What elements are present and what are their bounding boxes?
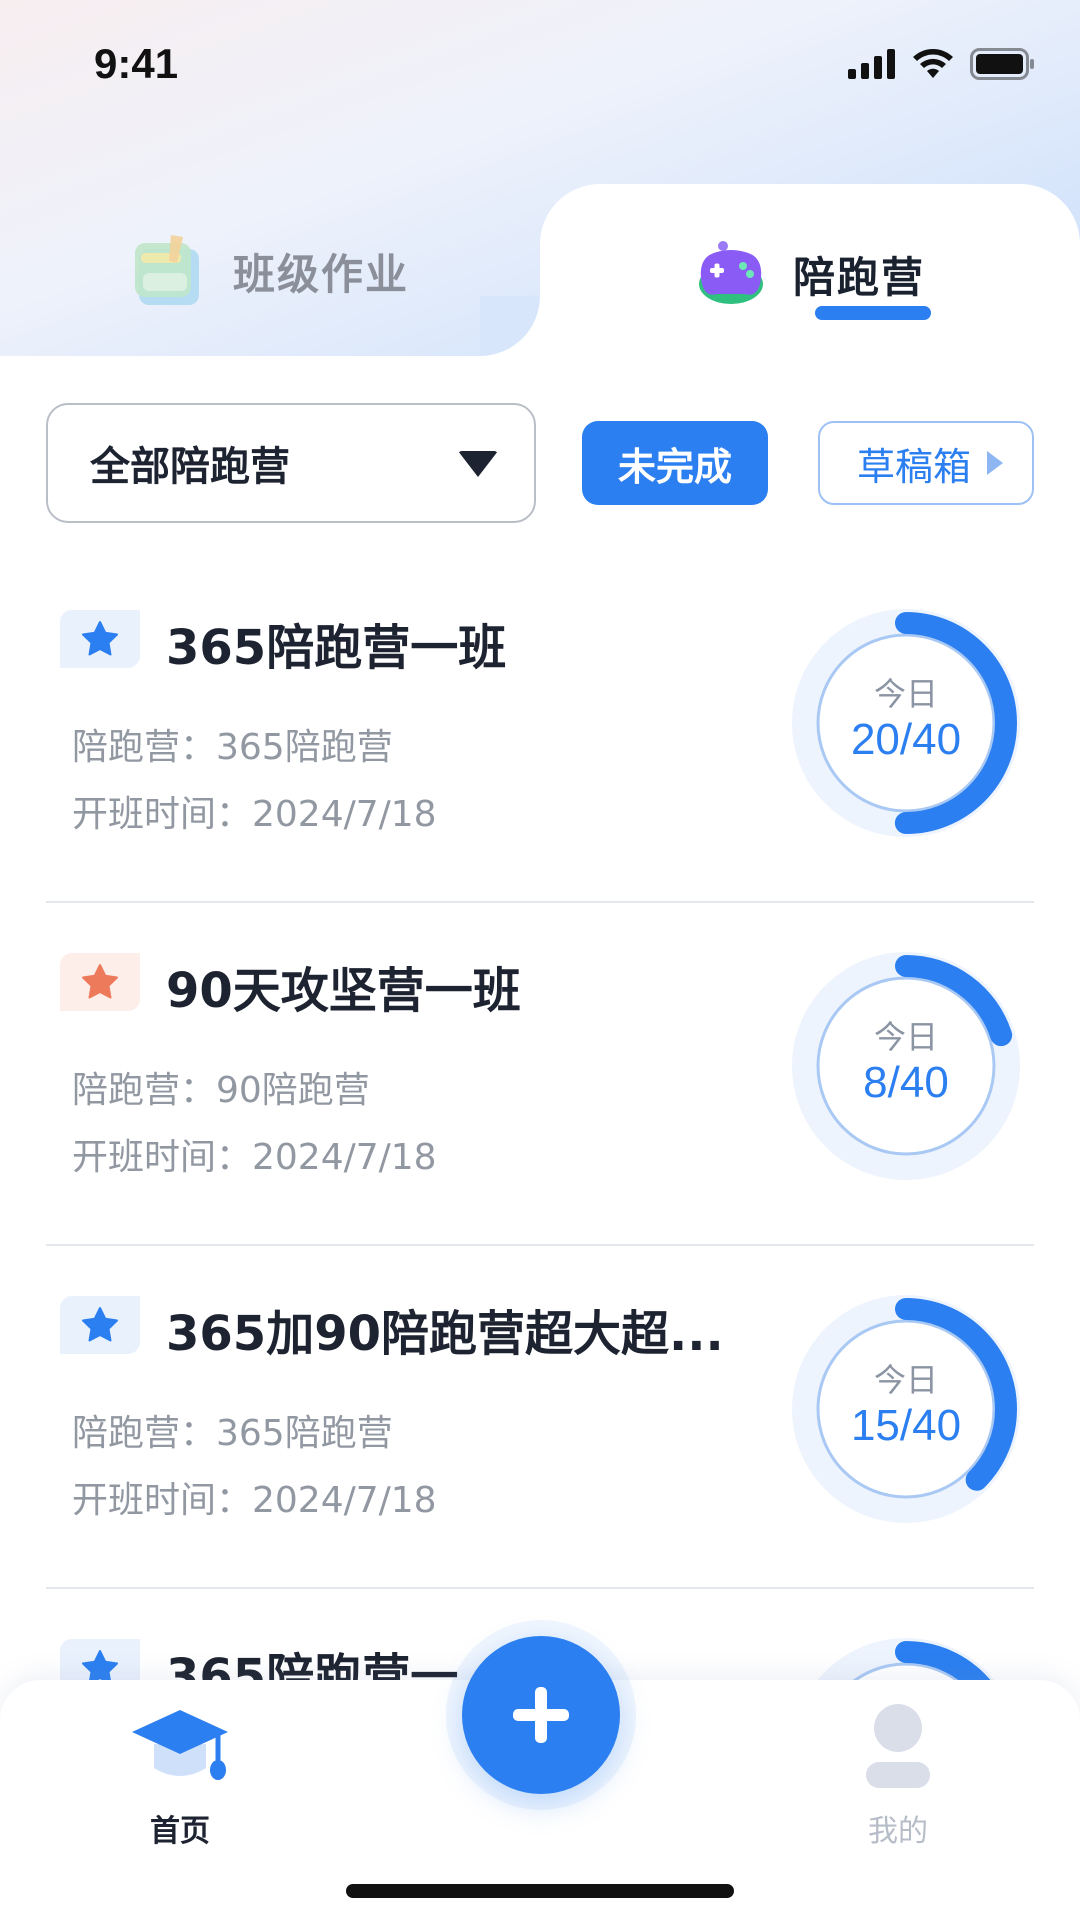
notebook-icon: [134, 235, 199, 305]
camp-card-camp: 陪跑营：365陪跑营: [72, 1413, 393, 1454]
camp-card-start-date: 开班时间：2024/7/18: [72, 1480, 437, 1521]
wifi-icon: [913, 49, 953, 78]
nav-mine[interactable]: 我的: [838, 1698, 958, 1849]
progress-ring-value: 20/40: [850, 715, 962, 764]
camp-card-start-date: 开班时间：2024/7/18: [72, 794, 437, 835]
star-icon: [82, 621, 118, 656]
plus-icon: [513, 1687, 569, 1743]
add-button[interactable]: [462, 1636, 620, 1794]
camp-filter-dropdown[interactable]: 全部陪跑营: [46, 403, 536, 523]
camp-card[interactable]: 90天攻坚营一班 陪跑营：90陪跑营 开班时间：2024/7/18 今日 8/4…: [46, 903, 1034, 1246]
camp-card[interactable]: 365陪跑营一班 陪跑营：365陪跑营 开班时间：2024/7/18 今日 20…: [46, 560, 1034, 903]
badge-blue: [60, 1296, 140, 1354]
camp-card-start-date: 开班时间：2024/7/18: [72, 1137, 437, 1178]
nav-home-label: 首页: [150, 1814, 210, 1849]
nav-mine-label: 我的: [868, 1814, 928, 1849]
tab-class-homework[interactable]: 班级作业: [0, 186, 540, 356]
home-indicator: [346, 1884, 734, 1898]
user-icon: [866, 1704, 930, 1788]
tab-class-homework-label: 班级作业: [232, 249, 409, 299]
camp-card-title: 365加90陪跑营超大超...: [166, 1306, 724, 1362]
progress-ring-label: 今日: [873, 1018, 938, 1056]
caret-down-icon: [458, 451, 498, 477]
progress-ring: 今日 15/40: [786, 1289, 1026, 1529]
progress-ring-label: 今日: [873, 675, 938, 713]
progress-ring-value: 15/40: [850, 1401, 962, 1450]
camp-card[interactable]: 365加90陪跑营超大超... 陪跑营：365陪跑营 开班时间：2024/7/1…: [46, 1246, 1034, 1589]
drafts-button[interactable]: 草稿箱: [818, 421, 1034, 505]
gamepad-icon: [698, 241, 763, 304]
camp-card-camp: 陪跑营：365陪跑营: [72, 727, 393, 768]
screen: 9:41 班级作业 陪跑营 全部陪跑营 未完成 草稿箱 365陪跑营一班 陪跑营…: [0, 0, 1080, 1920]
camp-card-title: 365陪跑营一班: [166, 620, 507, 676]
progress-ring-value: 8/40: [863, 1058, 949, 1107]
star-icon: [82, 964, 118, 999]
drafts-button-label: 草稿箱: [856, 444, 971, 489]
camp-card-camp: 陪跑营：90陪跑营: [72, 1070, 370, 1111]
progress-ring: 今日 20/40: [786, 603, 1026, 843]
tab-camp[interactable]: 陪跑营: [540, 184, 1080, 364]
progress-ring-label: 今日: [873, 1361, 938, 1399]
cellular-signal-icon: [848, 49, 895, 79]
star-icon: [82, 1307, 118, 1342]
active-tab-indicator: [815, 306, 931, 320]
chevron-right-icon: [987, 451, 1003, 475]
progress-ring: 今日 8/40: [786, 946, 1026, 1186]
battery-icon: [970, 48, 1034, 80]
undone-filter-button[interactable]: 未完成: [582, 421, 768, 505]
camp-card-title: 90天攻坚营一班: [166, 963, 521, 1019]
graduation-cap-icon: [132, 1710, 228, 1780]
status-icons: [848, 48, 1036, 80]
status-time: 9:41: [94, 40, 179, 87]
status-bar: 9:41: [0, 0, 1080, 130]
camp-filter-value: 全部陪跑营: [90, 444, 290, 490]
badge-orange: [60, 953, 140, 1011]
nav-home[interactable]: 首页: [120, 1698, 240, 1849]
tab-camp-label: 陪跑营: [792, 252, 925, 302]
badge-blue: [60, 610, 140, 668]
